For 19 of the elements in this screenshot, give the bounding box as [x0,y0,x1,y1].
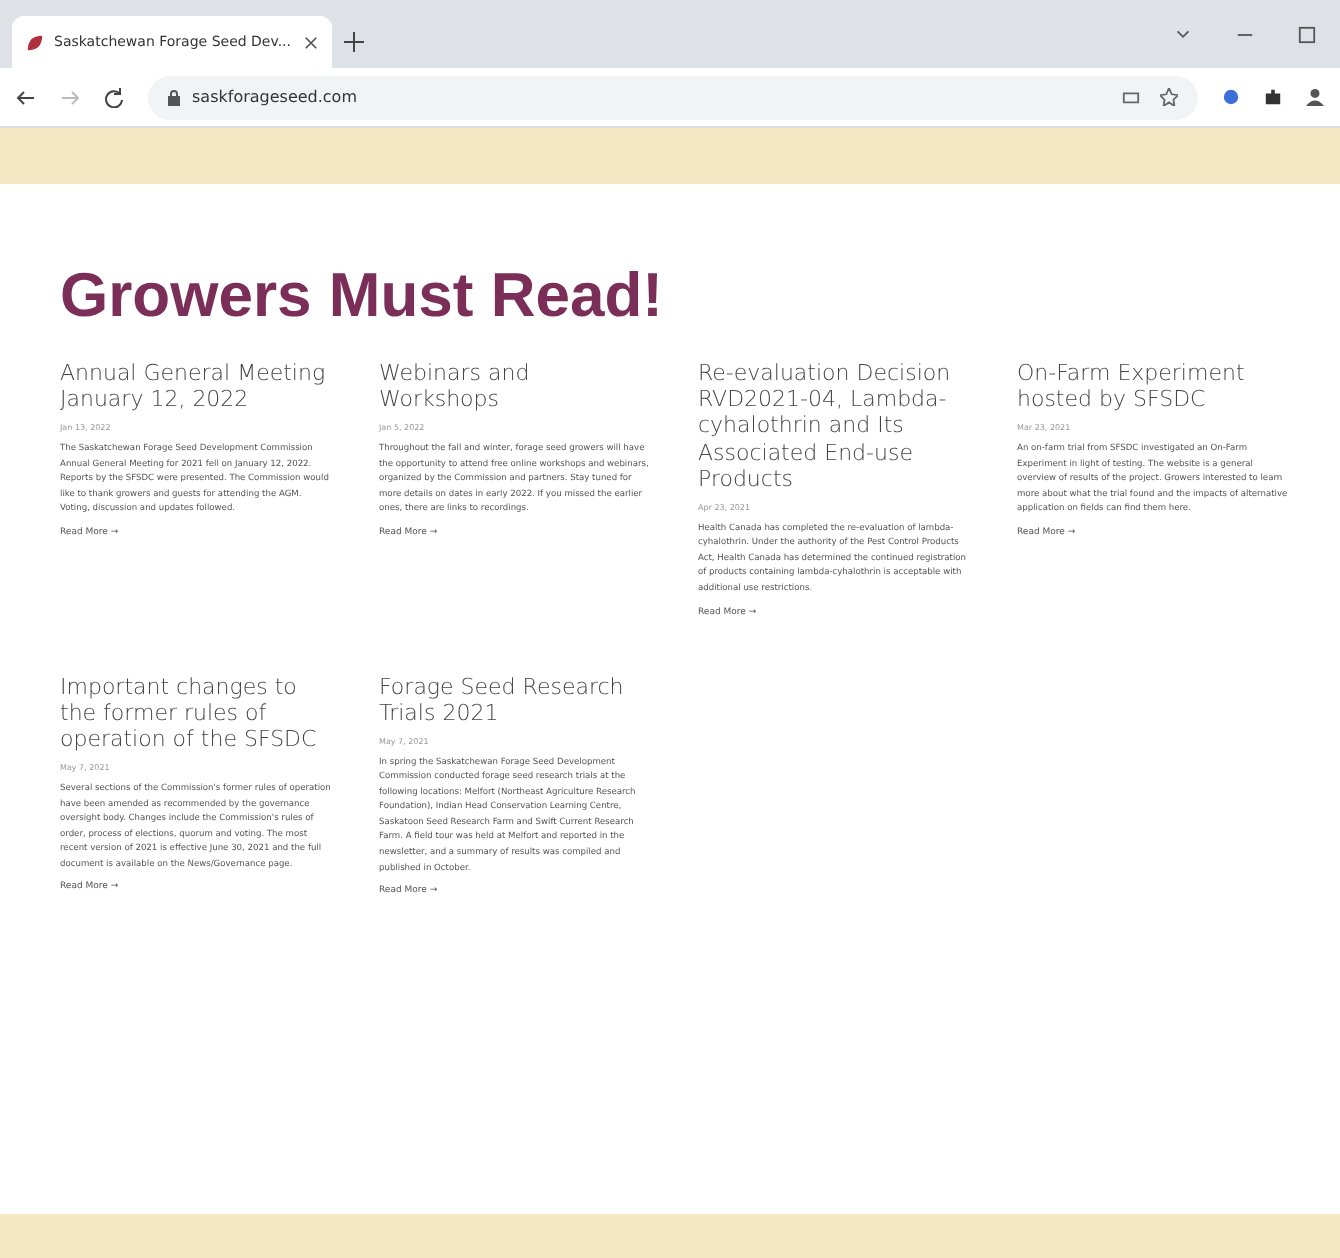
extension-icon[interactable] [1222,88,1240,106]
chevron-icon[interactable] [1174,25,1192,43]
leaf-icon [26,33,44,51]
maximize-icon[interactable] [1298,25,1316,43]
address-bar[interactable]: saskforageseed.com [148,75,1198,119]
new-tab-icon[interactable] [344,32,364,52]
close-icon[interactable] [304,35,318,49]
post-title[interactable]: Annual General Meeting January 12, 2022 [60,360,331,413]
profile-icon[interactable] [1306,88,1324,106]
lock-icon [168,89,180,105]
post-title[interactable]: On-Farm Experiment hosted by SFSDC [1017,360,1288,413]
reload-icon[interactable] [104,87,124,107]
back-icon[interactable] [16,87,36,107]
star-icon[interactable] [1160,88,1178,106]
post-title[interactable]: Important changes to the former rules of operation of the SFSDC [60,673,331,753]
post-title[interactable]: Re-evaluation Decision RVD2021-04, Lambda-cyhalothrin and Its Associated End-use Products [698,360,969,492]
page-heading: Growers Must Read! [60,260,665,332]
post-title[interactable]: Forage Seed Research Trials 2021 [379,673,650,726]
post-title[interactable]: Webinars and Workshops [379,360,650,413]
